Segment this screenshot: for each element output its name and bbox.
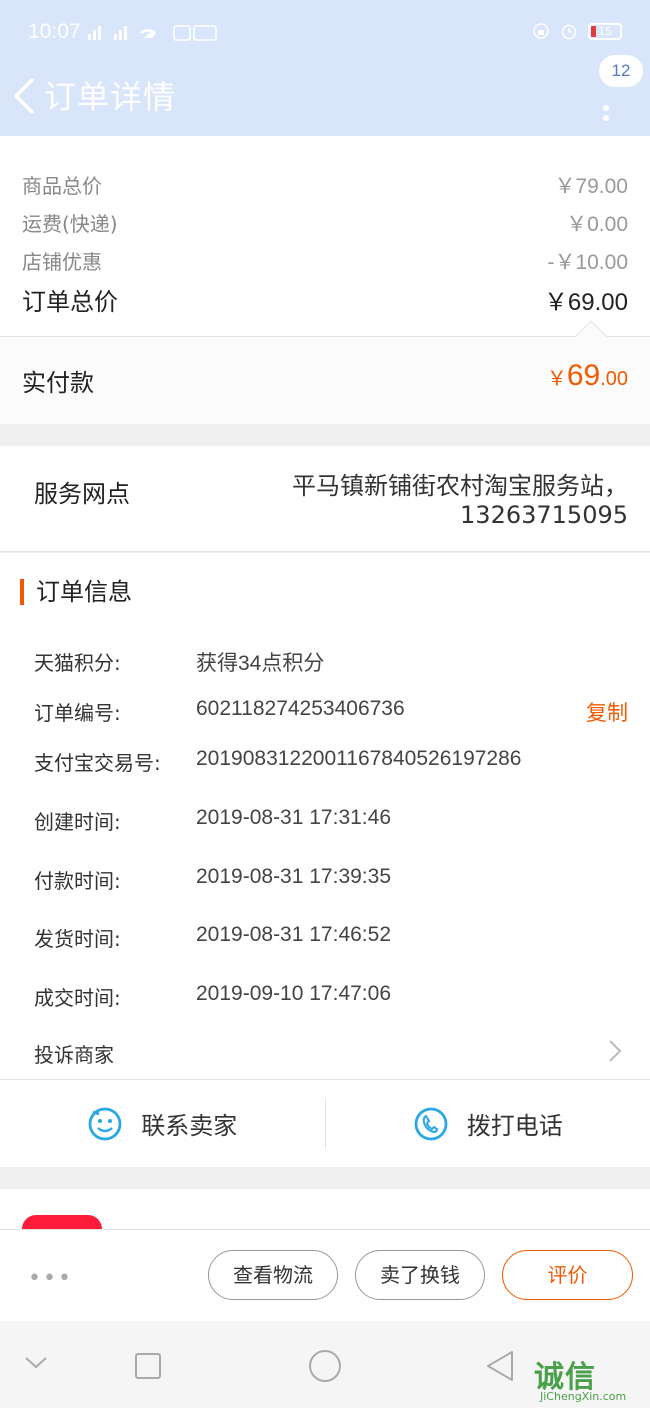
phone-icon <box>414 1107 448 1140</box>
status-time: 10:07 <box>28 20 81 43</box>
battery-icon: 15 <box>588 22 622 40</box>
order-total-label: 订单总价 <box>22 288 118 316</box>
info-row: 创建时间: 2019-08-31 17:31:46 <box>34 806 391 834</box>
signal-wifi-icon <box>88 25 217 41</box>
order-info: 订单信息 天猫积分: 获得34点积分 订单编号: 60211827425340673… <box>0 553 650 1167</box>
home-icon[interactable] <box>308 1349 342 1383</box>
header: 订单详情 12 <box>0 55 650 136</box>
product-title-peek: … <box>124 1217 148 1229</box>
info-row: 付款时间: 2019-08-31 17:39:35 <box>34 865 391 893</box>
signal-icons <box>88 22 218 46</box>
more-actions-button[interactable]: ••• <box>28 1266 73 1291</box>
service-point: 服务网点 平马镇新铺街农村淘宝服务站， 13263715095 <box>0 446 650 552</box>
back-nav-icon[interactable] <box>484 1349 518 1383</box>
chevron-right-icon <box>609 1040 622 1062</box>
watermark-url: JiChengXin.com <box>540 1390 627 1403</box>
call-phone-button[interactable]: 拨打电话 <box>326 1080 650 1167</box>
price-row: 商品总价 ￥79.00 <box>22 174 628 198</box>
service-label: 服务网点 <box>34 480 130 508</box>
price-row: 店铺优惠 -￥10.00 <box>22 250 628 274</box>
info-row: 订单编号: 602118274253406736 <box>34 697 405 725</box>
chat-smile-icon <box>88 1107 122 1140</box>
sell-for-cash-button[interactable]: 卖了换钱 <box>355 1250 485 1300</box>
info-row: 支付宝交易号: 2019083122001167840526197286 <box>34 747 522 775</box>
shop-logo <box>22 1215 102 1229</box>
recent-apps-icon[interactable] <box>134 1352 162 1380</box>
review-button[interactable]: 评价 <box>502 1250 633 1300</box>
service-address: 平马镇新铺街农村淘宝服务站， 13263715095 <box>292 472 628 529</box>
complain-seller-link[interactable]: 投诉商家 <box>34 1039 114 1068</box>
info-row: 成交时间: 2019-09-10 17:47:06 <box>34 982 391 1010</box>
price-summary: 商品总价 ￥79.00 运费(快递) ￥0.00 店铺优惠 -￥10.00 订单… <box>0 136 650 424</box>
status-bar: 10:07 15 <box>0 0 650 64</box>
order-total-row: 订单总价 ￥69.00 <box>22 282 628 317</box>
paid-label: 实付款 <box>22 369 94 397</box>
bottom-action-bar: ••• 查看物流 卖了换钱 评价 <box>0 1229 650 1321</box>
view-logistics-button[interactable]: 查看物流 <box>208 1250 338 1300</box>
contact-seller-button[interactable]: 联系卖家 <box>0 1080 325 1167</box>
lock-rotation-icon <box>533 23 549 39</box>
back-icon[interactable] <box>10 74 40 118</box>
more-icon[interactable] <box>594 82 618 122</box>
message-badge[interactable]: 12 <box>599 55 643 87</box>
price-row: 运费(快递) ￥0.00 <box>22 212 628 236</box>
battery-level: 15 <box>598 24 612 38</box>
contact-actions: 联系卖家 拨打电话 <box>0 1079 650 1167</box>
section-title: 订单信息 <box>20 579 132 605</box>
copy-button[interactable]: 复制 <box>586 697 628 727</box>
order-total-value: ￥69.00 <box>543 289 628 316</box>
paid-row: 实付款 ￥69.00 <box>0 320 650 424</box>
page-title: 订单详情 <box>44 78 177 116</box>
product-card-peek: … <box>0 1189 650 1229</box>
alarm-icon <box>561 24 577 40</box>
chevron-down-icon[interactable] <box>24 1355 48 1371</box>
info-row: 发货时间: 2019-08-31 17:46:52 <box>34 923 391 951</box>
info-row: 天猫积分: 获得34点积分 <box>34 651 325 675</box>
paid-amount: ￥69.00 <box>546 359 628 392</box>
